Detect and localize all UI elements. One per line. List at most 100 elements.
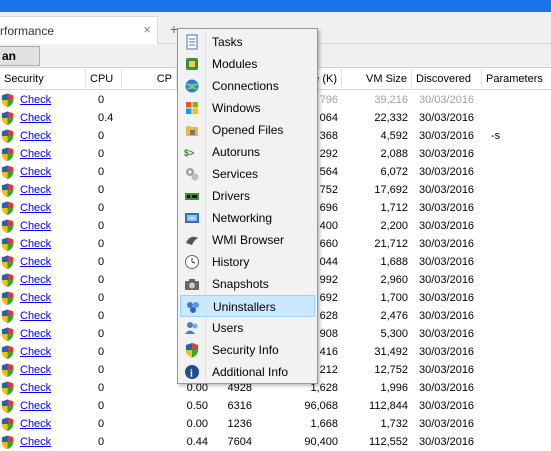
discovered-cell: 30/03/2016 (419, 148, 475, 160)
shield-icon (1, 93, 14, 108)
check-link[interactable]: Check (20, 181, 80, 199)
column-header-vm-size[interactable]: VM Size (342, 68, 412, 90)
vm-size-cell: 5,300 (380, 328, 408, 340)
vm-size-cell: 1,732 (380, 418, 408, 430)
menu-item-connections[interactable]: Connections (180, 75, 315, 97)
check-link[interactable]: Check (20, 163, 80, 181)
check-link[interactable]: Check (20, 379, 80, 397)
column-header-discovered[interactable]: Discovered (412, 68, 482, 90)
cpu-cell: 0 (98, 220, 105, 232)
discovered-cell: 30/03/2016 (419, 94, 475, 106)
cpu-cell: 0 (98, 418, 105, 430)
cpu-cell: 0 (98, 130, 105, 142)
menu-item-windows[interactable]: Windows (180, 97, 315, 119)
check-link[interactable]: Check (20, 199, 80, 217)
menu-item-additional-info[interactable]: i Additional Info (180, 361, 315, 383)
menu-item-drivers[interactable]: Drivers (180, 185, 315, 207)
shield-icon (1, 129, 14, 144)
autoruns-icon: $> (184, 148, 194, 158)
check-link[interactable]: Check (20, 271, 80, 289)
shield-icon (1, 399, 14, 414)
discovered-cell: 30/03/2016 (419, 418, 475, 430)
column-header-parameters[interactable]: Parameters (482, 68, 551, 90)
column-header-cpu[interactable]: CPU (86, 68, 122, 90)
parameters-cell (491, 379, 546, 397)
check-link[interactable]: Check (20, 415, 80, 433)
tab-performance[interactable]: rformance × (0, 16, 158, 44)
column-header-cpu-time[interactable]: CP (122, 68, 177, 90)
menu-item-label: Security Info (212, 343, 279, 357)
cpu-cell: 0 (98, 184, 105, 196)
check-link[interactable]: Check (20, 145, 80, 163)
vm-size-cell: 6,072 (380, 166, 408, 178)
cpu-cell: 0 (98, 94, 105, 106)
menu-item-uninstallers[interactable]: Uninstallers (180, 295, 315, 317)
check-link[interactable]: Check (20, 397, 80, 415)
discovered-cell: 30/03/2016 (419, 310, 475, 322)
menu-item-snapshots[interactable]: Snapshots (180, 273, 315, 295)
parameters-cell (491, 181, 546, 199)
menu-item-modules[interactable]: Modules (180, 53, 315, 75)
table-row[interactable]: Check 0 0.00 1236 1,668 1,732 30/03/2016 (0, 415, 551, 433)
parameters-cell (491, 199, 546, 217)
parameters-cell (491, 145, 546, 163)
cpu-cell: 0 (98, 310, 105, 322)
discovered-cell: 30/03/2016 (419, 346, 475, 358)
menu-item-users[interactable]: Users (180, 317, 315, 339)
menu-item-security-info[interactable]: Security Info (180, 339, 315, 361)
check-link[interactable]: Check (20, 217, 80, 235)
connections-icon (185, 79, 199, 93)
parameters-cell (491, 109, 546, 127)
check-link[interactable]: Check (20, 253, 80, 271)
discovered-cell: 30/03/2016 (419, 364, 475, 376)
menu-item-wmi-browser[interactable]: WMI Browser (180, 229, 315, 251)
cpu-cell: 0 (98, 346, 105, 358)
check-link[interactable]: Check (20, 307, 80, 325)
menu-item-history[interactable]: History (180, 251, 315, 273)
vm-size-cell: 4,592 (380, 130, 408, 142)
check-link[interactable]: Check (20, 91, 80, 109)
shield-icon (1, 309, 14, 324)
cpu-cell: 0 (98, 148, 105, 160)
check-link[interactable]: Check (20, 433, 80, 451)
check-link[interactable]: Check (20, 109, 80, 127)
menu-item-label: Drivers (212, 189, 250, 203)
check-link[interactable]: Check (20, 361, 80, 379)
table-row[interactable]: Check 0 0.44 7604 90,400 112,552 30/03/2016 (0, 433, 551, 451)
parameters-cell (491, 253, 546, 271)
check-link[interactable]: Check (20, 325, 80, 343)
menu-item-services[interactable]: Services (180, 163, 315, 185)
uninstallers-icon (187, 302, 199, 313)
vm-size-cell: 112,844 (369, 400, 408, 412)
tab-label: rformance (0, 24, 55, 38)
table-row[interactable]: Check 0 0.50 6316 96,068 112,844 30/03/2016 (0, 397, 551, 415)
history-icon (185, 255, 199, 269)
cpu-cell: 0 (98, 292, 105, 304)
discovered-cell: 30/03/2016 (419, 436, 475, 448)
cpu-cell: 0 (98, 364, 105, 376)
check-link[interactable]: Check (20, 289, 80, 307)
close-tab-icon[interactable]: × (143, 22, 151, 37)
menu-item-opened-files[interactable]: Opened Files (180, 119, 315, 141)
shield-icon (1, 345, 14, 360)
parameters-cell (491, 271, 546, 289)
menu-item-networking[interactable]: Networking (180, 207, 315, 229)
menu-item-label: Windows (212, 101, 261, 115)
cpu-cell: 0 (98, 256, 105, 268)
handles-cell: 6316 (227, 400, 252, 412)
discovered-cell: 30/03/2016 (419, 112, 475, 124)
column-header-security[interactable]: Security (0, 68, 86, 90)
networking-icon (185, 213, 199, 223)
menu-item-tasks[interactable]: Tasks (180, 31, 315, 53)
discovered-cell: 30/03/2016 (419, 202, 475, 214)
vm-size-cell: 17,692 (374, 184, 408, 196)
menu-item-label: Additional Info (212, 365, 289, 379)
check-link[interactable]: Check (20, 343, 80, 361)
menu-item-autoruns[interactable]: $> Autoruns (180, 141, 315, 163)
shield-icon (1, 435, 14, 450)
check-link[interactable]: Check (20, 235, 80, 253)
check-link[interactable]: Check (20, 127, 80, 145)
parameters-cell (491, 163, 546, 181)
scan-button[interactable]: an (0, 46, 40, 66)
menu-item-label: Modules (212, 57, 258, 71)
